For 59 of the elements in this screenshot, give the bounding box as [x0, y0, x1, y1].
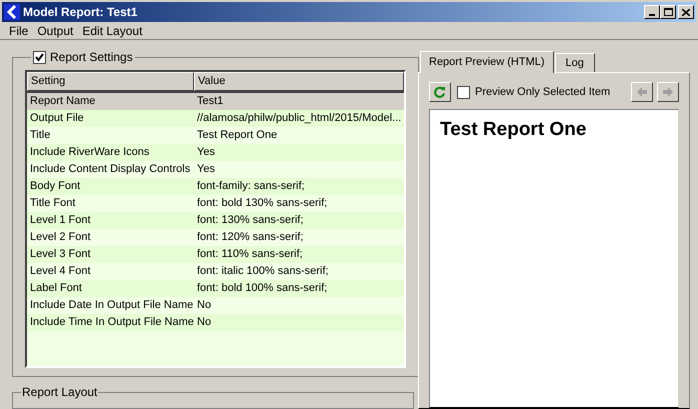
table-cell-text: Test1: [196, 94, 224, 110]
table-cell-text: font-family: sans-serif;: [196, 179, 306, 194]
table-row[interactable]: Body Font font-family: sans-serif;: [27, 178, 404, 195]
menu-item[interactable]: File: [9, 22, 28, 40]
table-row[interactable]: Level 3 Font font: 110% sans-serif;: [27, 246, 404, 263]
table-cell-text: Yes: [196, 145, 216, 160]
checkbox[interactable]: [457, 86, 470, 98]
app-logo-icon: [4, 4, 20, 20]
minimize-button[interactable]: [644, 5, 660, 19]
left-arrow-icon: [636, 86, 648, 98]
checkbox[interactable]: [33, 50, 46, 64]
table-row[interactable]: Label Font font: bold 100% sans-serif;: [27, 280, 404, 297]
table-cell-text: Test Report One: [196, 128, 278, 144]
group-label: Report Settings: [50, 49, 133, 66]
right-arrow-icon: [662, 86, 674, 98]
table-cell-text: //alamosa/philw/public_html/2015/Model...: [196, 111, 402, 126]
column-header[interactable]: Value: [194, 72, 404, 91]
window-title: Model Report: Test1: [23, 4, 138, 21]
report-heading: Test Report One: [440, 118, 588, 142]
tab[interactable]: Log: [554, 53, 595, 72]
table-cell-text: Level 3 Font: [29, 247, 92, 262]
table-cell-text: font: bold 100% sans-serif;: [196, 281, 328, 296]
menu-item[interactable]: Edit Layout: [82, 22, 142, 40]
table-cell-text: No: [196, 298, 212, 314]
close-button[interactable]: [678, 5, 694, 19]
table-cell-text: No: [196, 315, 212, 330]
table-cell-text: font: 110% sans-serif;: [196, 247, 304, 262]
table-cell-text: Report Name: [29, 94, 96, 110]
table-cell-text: font: bold 130% sans-serif;: [196, 196, 328, 212]
table-cell-text: Body Font: [29, 179, 82, 194]
close-icon: [682, 8, 690, 16]
table-row[interactable]: Output File //alamosa/philw/public_html/2015/Model...: [27, 110, 404, 127]
table-row[interactable]: Report Name Test1: [27, 93, 404, 110]
table-cell-text: Label Font: [29, 281, 83, 296]
table-cell-text: Output File: [29, 111, 85, 126]
table-row[interactable]: Level 1 Font font: 130% sans-serif;: [27, 212, 404, 229]
table-cell-text: font: 130% sans-serif;: [196, 213, 304, 228]
table-cell-text: Include RiverWare Icons: [29, 145, 150, 160]
table-cell-text: Include Date In Output File Name: [29, 298, 194, 314]
table-cell-text: Title Font: [29, 196, 76, 212]
menu-item[interactable]: Output: [37, 22, 74, 40]
table-cell-text: font: 120% sans-serif;: [196, 230, 304, 246]
maximize-button[interactable]: [660, 5, 676, 19]
refresh-icon: [434, 86, 446, 98]
tab[interactable]: Report Preview (HTML): [420, 51, 554, 73]
table-row[interactable]: Include Time In Output File Name No: [27, 314, 404, 331]
table-cell-text: font: italic 100% sans-serif;: [196, 264, 330, 280]
table-cell-text: Level 1 Font: [29, 213, 92, 228]
refresh-button[interactable]: [429, 82, 451, 102]
table-row[interactable]: Include RiverWare Icons Yes: [27, 144, 404, 161]
table-cell-text: Level 4 Font: [29, 264, 92, 280]
table-cell-text: Include Content Display Controls: [29, 162, 192, 178]
table-cell-text: Level 2 Font: [29, 230, 92, 246]
table-cell-text: Include Time In Output File Name: [29, 315, 194, 330]
table-cell-text: Title: [29, 128, 52, 144]
group-label: Report Layout: [21, 384, 98, 401]
column-header[interactable]: Setting: [27, 72, 194, 91]
checkbox-label: Preview Only Selected Item: [475, 84, 610, 100]
table-cell-text: Yes: [196, 162, 216, 178]
